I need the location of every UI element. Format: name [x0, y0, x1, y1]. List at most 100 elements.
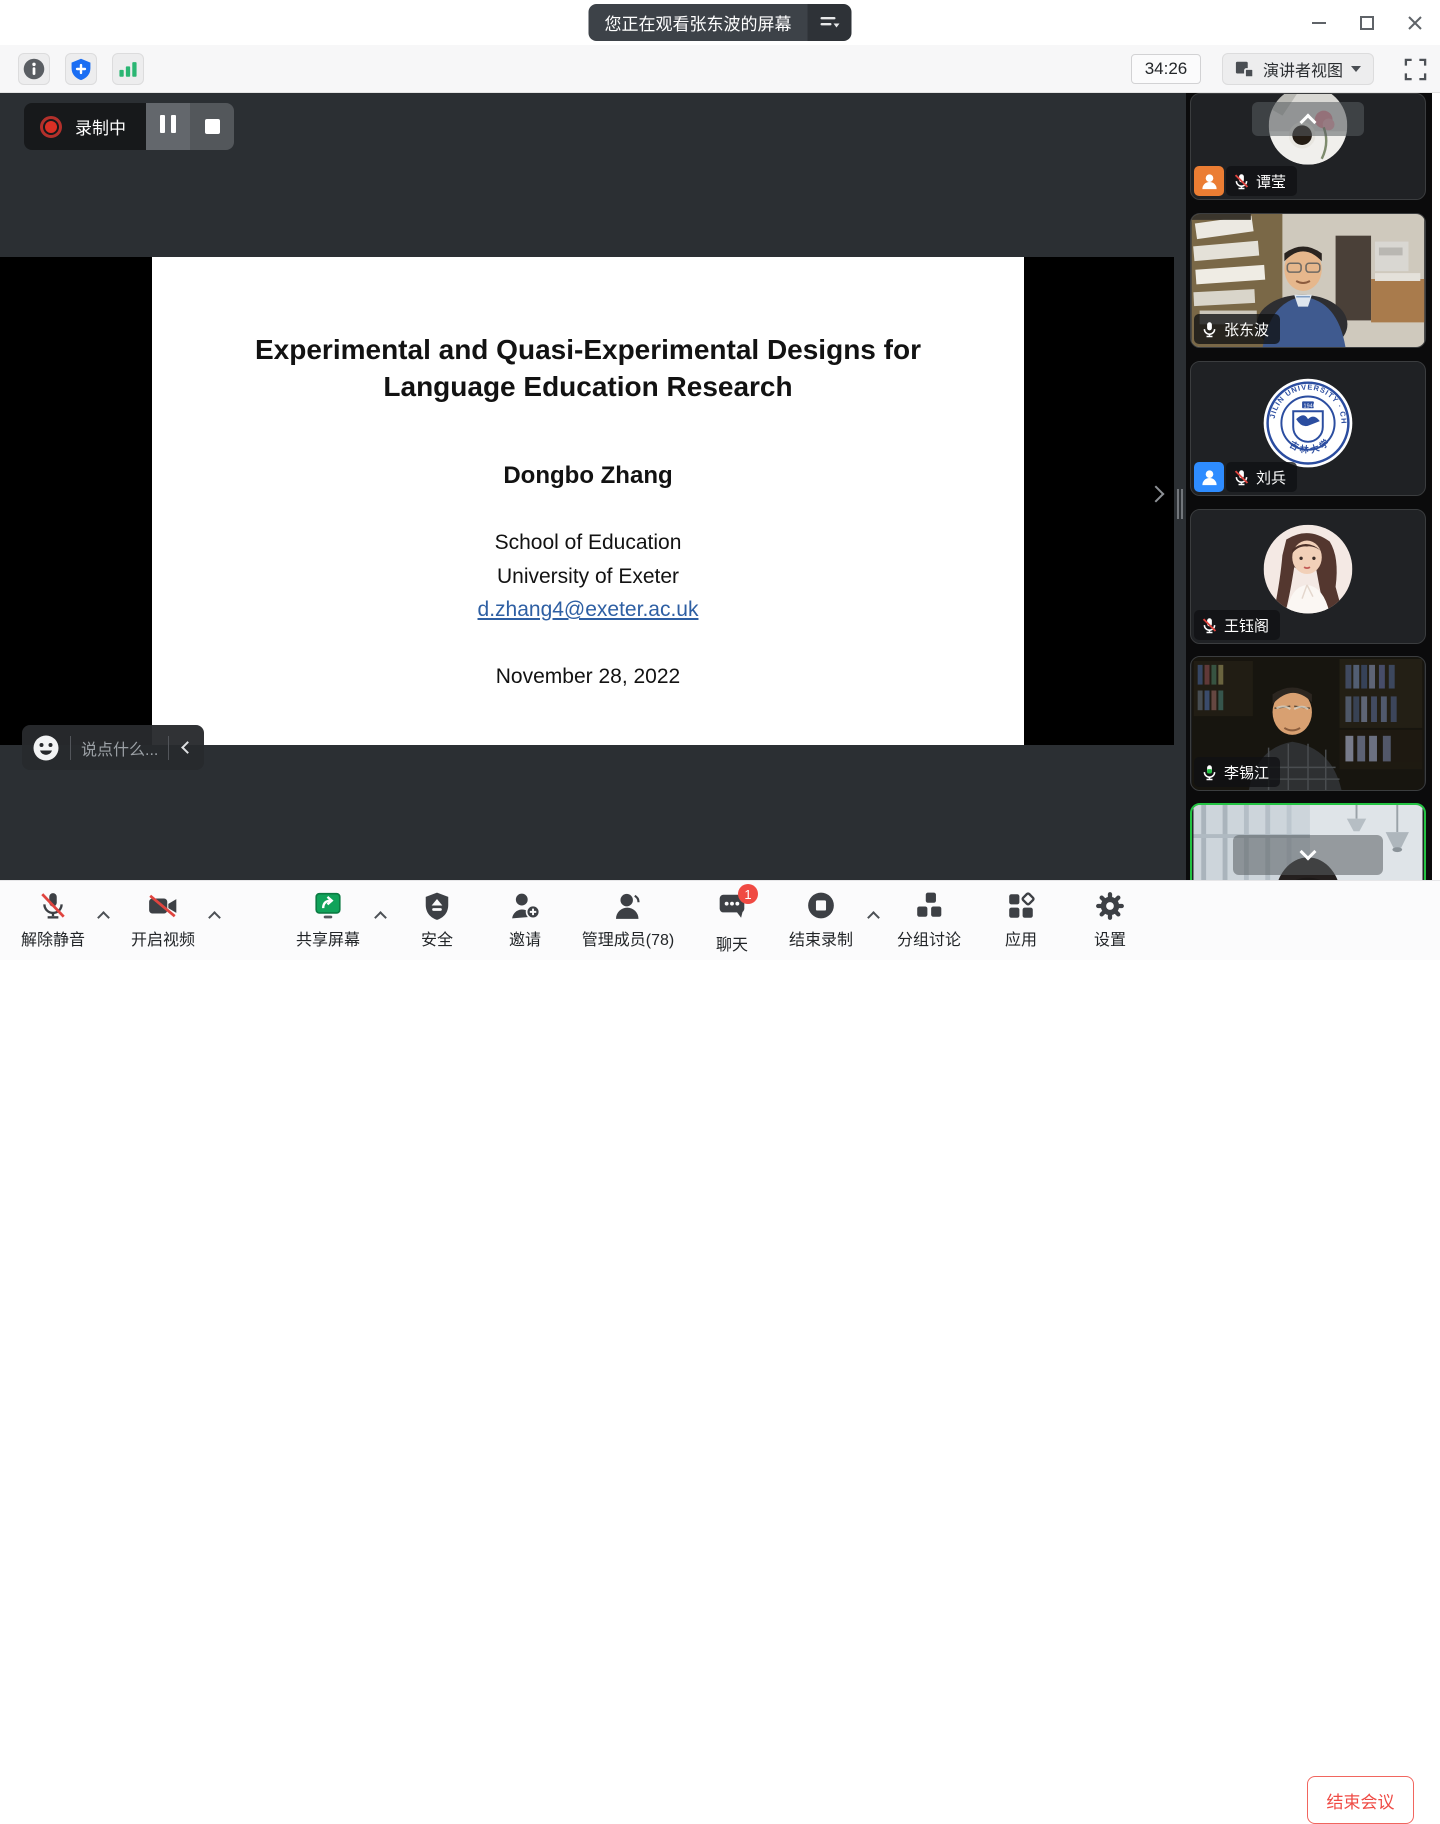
manage-participants-button[interactable]: 管理成员(78) — [582, 891, 674, 950]
emoji-icon[interactable] — [32, 734, 60, 762]
recording-indicator: 录制中 — [24, 103, 234, 150]
security-label: 安全 — [421, 926, 453, 950]
quick-chat-bar: 说点什么... — [22, 725, 204, 770]
mic-muted-icon — [1201, 617, 1218, 634]
stop-record-icon — [806, 891, 836, 921]
meeting-toolbar: 解除静音 开启视频 共享屏幕 安全 — [0, 880, 1440, 960]
list-options-icon — [819, 14, 841, 32]
start-video-button[interactable]: 开启视频 — [131, 891, 195, 950]
participant-tile[interactable]: 王钰阁 — [1190, 509, 1426, 644]
breakout-rooms-label: 分组讨论 — [897, 926, 961, 950]
apps-icon — [1006, 891, 1036, 921]
meeting-topbar: 34:26 演讲者视图 — [0, 45, 1440, 93]
panel-resize-handle[interactable] — [1174, 93, 1186, 880]
share-screen-icon — [313, 891, 343, 921]
manage-participants-label: 管理成员(78) — [582, 926, 674, 950]
participant-name: 刘兵 — [1256, 467, 1286, 488]
security-shield-icon — [422, 891, 452, 921]
shield-plus-icon — [69, 57, 93, 81]
mic-on-icon — [1201, 321, 1218, 338]
unmute-button[interactable]: 解除静音 — [21, 891, 85, 950]
settings-gear-icon — [1095, 891, 1125, 921]
participant-tile[interactable]: JILIN UNIVERSITY · CHINA 吉林大学 1946 — [1190, 361, 1426, 496]
pause-recording-button[interactable] — [146, 103, 190, 150]
meeting-info-button[interactable] — [18, 53, 50, 85]
divider — [168, 736, 169, 760]
meeting-timer: 34:26 — [1131, 54, 1201, 84]
shared-screen-area: Experimental and Quasi-Experimental Desi… — [0, 93, 1174, 880]
share-screen-label: 共享屏幕 — [296, 926, 360, 950]
apps-button[interactable]: 应用 — [1005, 891, 1037, 950]
breakout-rooms-button[interactable]: 分组讨论 — [897, 891, 961, 950]
stop-recording-toolbar-button[interactable]: 结束录制 — [789, 891, 853, 950]
minimize-icon — [1311, 15, 1327, 31]
security-shield-button[interactable] — [65, 53, 97, 85]
slide-title: Experimental and Quasi-Experimental Desi… — [152, 331, 1024, 405]
slide-affiliation-2: University of Exeter — [152, 565, 1024, 589]
participant-badge-icon — [1194, 462, 1224, 492]
slide-date: November 28, 2022 — [152, 665, 1024, 689]
maximize-button[interactable] — [1350, 6, 1384, 40]
end-meeting-button[interactable]: 结束会议 — [1307, 1776, 1414, 1824]
collapse-chat-icon[interactable] — [181, 741, 194, 754]
close-button[interactable] — [1398, 6, 1432, 40]
camera-off-icon — [147, 891, 179, 921]
video-options-chevron[interactable] — [208, 911, 221, 924]
participant-tile[interactable]: 张东波 — [1190, 213, 1426, 348]
participant-tile[interactable]: 谭莹 — [1190, 93, 1426, 200]
mic-muted-icon — [38, 891, 68, 921]
layout-icon — [1235, 59, 1255, 79]
participants-icon — [613, 891, 643, 921]
mic-muted-icon — [1233, 469, 1250, 486]
mic-muted-icon — [1233, 173, 1250, 190]
participant-name: 张东波 — [1224, 319, 1269, 340]
maximize-icon — [1359, 15, 1375, 31]
participant-badge-icon — [1194, 166, 1224, 196]
stop-recording-button[interactable] — [190, 103, 234, 150]
minimize-button[interactable] — [1302, 6, 1336, 40]
participant-tile-active[interactable] — [1190, 803, 1426, 880]
chevron-down-icon — [1300, 844, 1317, 861]
stop-icon — [205, 119, 220, 134]
fullscreen-button[interactable] — [1400, 53, 1431, 85]
network-quality-button[interactable] — [112, 53, 144, 85]
slide-email: d.zhang4@exeter.ac.uk — [152, 598, 1024, 622]
view-options-button[interactable] — [808, 4, 852, 41]
invite-button[interactable]: 邀请 — [509, 891, 541, 950]
viewing-banner: 您正在观看张东波的屏幕 — [589, 4, 852, 41]
recording-options-chevron[interactable] — [867, 911, 880, 924]
chat-input-placeholder[interactable]: 说点什么... — [81, 736, 158, 760]
participant-name: 李锡江 — [1224, 762, 1269, 783]
info-icon — [22, 57, 46, 81]
participant-name: 谭莹 — [1256, 171, 1286, 192]
fullscreen-icon — [1403, 57, 1428, 82]
unmute-label: 解除静音 — [21, 926, 85, 950]
start-video-label: 开启视频 — [131, 926, 195, 950]
chevron-down-icon — [1351, 66, 1361, 72]
audio-options-chevron[interactable] — [97, 911, 110, 924]
viewing-banner-text: 您正在观看张东波的屏幕 — [589, 4, 808, 41]
slide-affiliation-1: School of Education — [152, 531, 1024, 555]
invite-label: 邀请 — [509, 926, 541, 950]
participant-name: 王钰阁 — [1224, 615, 1269, 636]
breakout-rooms-icon — [914, 891, 944, 921]
collapse-videos-button[interactable] — [1252, 102, 1364, 136]
apps-label: 应用 — [1005, 926, 1037, 950]
divider — [70, 736, 71, 760]
stop-recording-label: 结束录制 — [789, 926, 853, 950]
slide-author: Dongbo Zhang — [152, 462, 1024, 490]
chat-button[interactable]: 1 聊天 — [716, 891, 748, 955]
scroll-participants-down-button[interactable] — [1233, 835, 1383, 875]
presentation-slide: Experimental and Quasi-Experimental Desi… — [152, 257, 1024, 745]
window-titlebar: 您正在观看张东波的屏幕 — [0, 0, 1440, 45]
share-options-chevron[interactable] — [374, 911, 387, 924]
view-mode-label: 演讲者视图 — [1263, 57, 1343, 81]
settings-button[interactable]: 设置 — [1094, 891, 1126, 950]
signal-bars-icon — [116, 57, 140, 81]
view-mode-button[interactable]: 演讲者视图 — [1222, 53, 1374, 85]
security-button[interactable]: 安全 — [421, 891, 453, 950]
chat-unread-badge: 1 — [738, 884, 758, 904]
participant-tile[interactable]: 李锡江 — [1190, 656, 1426, 791]
close-icon — [1407, 15, 1423, 31]
share-screen-button[interactable]: 共享屏幕 — [296, 891, 360, 950]
